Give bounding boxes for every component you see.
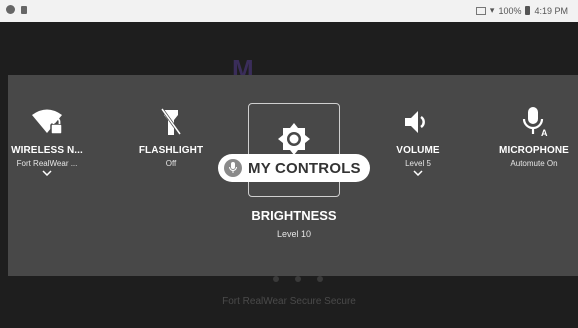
background-dot-icon xyxy=(317,276,323,282)
background-dot-icon xyxy=(273,276,279,282)
wifi-icon: ▾ xyxy=(489,5,495,15)
control-label: FLASHLIGHT xyxy=(138,145,204,156)
my-controls-panel: WIRELESS N... Fort RealWear ... FLASHLIG… xyxy=(8,75,578,276)
brightness-tile[interactable] xyxy=(248,103,340,197)
control-wireless[interactable]: WIRELESS N... Fort RealWear ... xyxy=(2,105,92,178)
control-value: Off xyxy=(165,159,177,168)
status-bar-right: ▾ 100% 4:19 PM xyxy=(475,5,568,16)
brightness-value: Level 10 xyxy=(276,229,312,239)
no-sim-icon xyxy=(475,6,486,15)
control-label: WIRELESS N... xyxy=(11,145,83,156)
control-label: MICROPHONE xyxy=(499,145,569,156)
background-dot-icon xyxy=(295,276,301,282)
chevron-down-icon xyxy=(2,170,92,178)
battery-icon xyxy=(525,6,531,15)
background-footer-text: Fort RealWear Secure Secure xyxy=(222,296,356,307)
control-flashlight[interactable]: FLASHLIGHT Off xyxy=(126,105,216,168)
control-volume[interactable]: VOLUME Level 5 xyxy=(373,105,463,178)
flashlight-off-icon xyxy=(126,105,216,139)
clock: 4:19 PM xyxy=(534,5,568,16)
my-controls-label: MY CONTROLS xyxy=(248,159,361,177)
volume-icon xyxy=(373,105,463,139)
control-value: Level 5 xyxy=(405,159,431,168)
sd-card-icon xyxy=(21,5,27,14)
control-label: VOLUME xyxy=(396,145,440,156)
background-icons xyxy=(258,276,338,286)
control-value: Automute On xyxy=(510,159,558,168)
microphone-auto-icon: A xyxy=(491,105,577,139)
notification-dot-icon xyxy=(6,5,15,14)
chevron-down-icon xyxy=(373,170,463,178)
brightness-label: BRIGHTNESS xyxy=(251,208,337,223)
svg-text:A: A xyxy=(541,128,548,138)
status-bar: ▾ 100% 4:19 PM xyxy=(0,0,578,22)
status-bar-left xyxy=(6,5,27,14)
control-value: Fort RealWear ... xyxy=(16,159,78,168)
my-controls-pill: MY CONTROLS xyxy=(218,154,370,182)
control-microphone[interactable]: A MICROPHONE Automute On xyxy=(491,105,577,168)
microphone-icon xyxy=(224,159,242,177)
battery-percent: 100% xyxy=(498,5,522,16)
wifi-locked-icon xyxy=(2,105,92,139)
